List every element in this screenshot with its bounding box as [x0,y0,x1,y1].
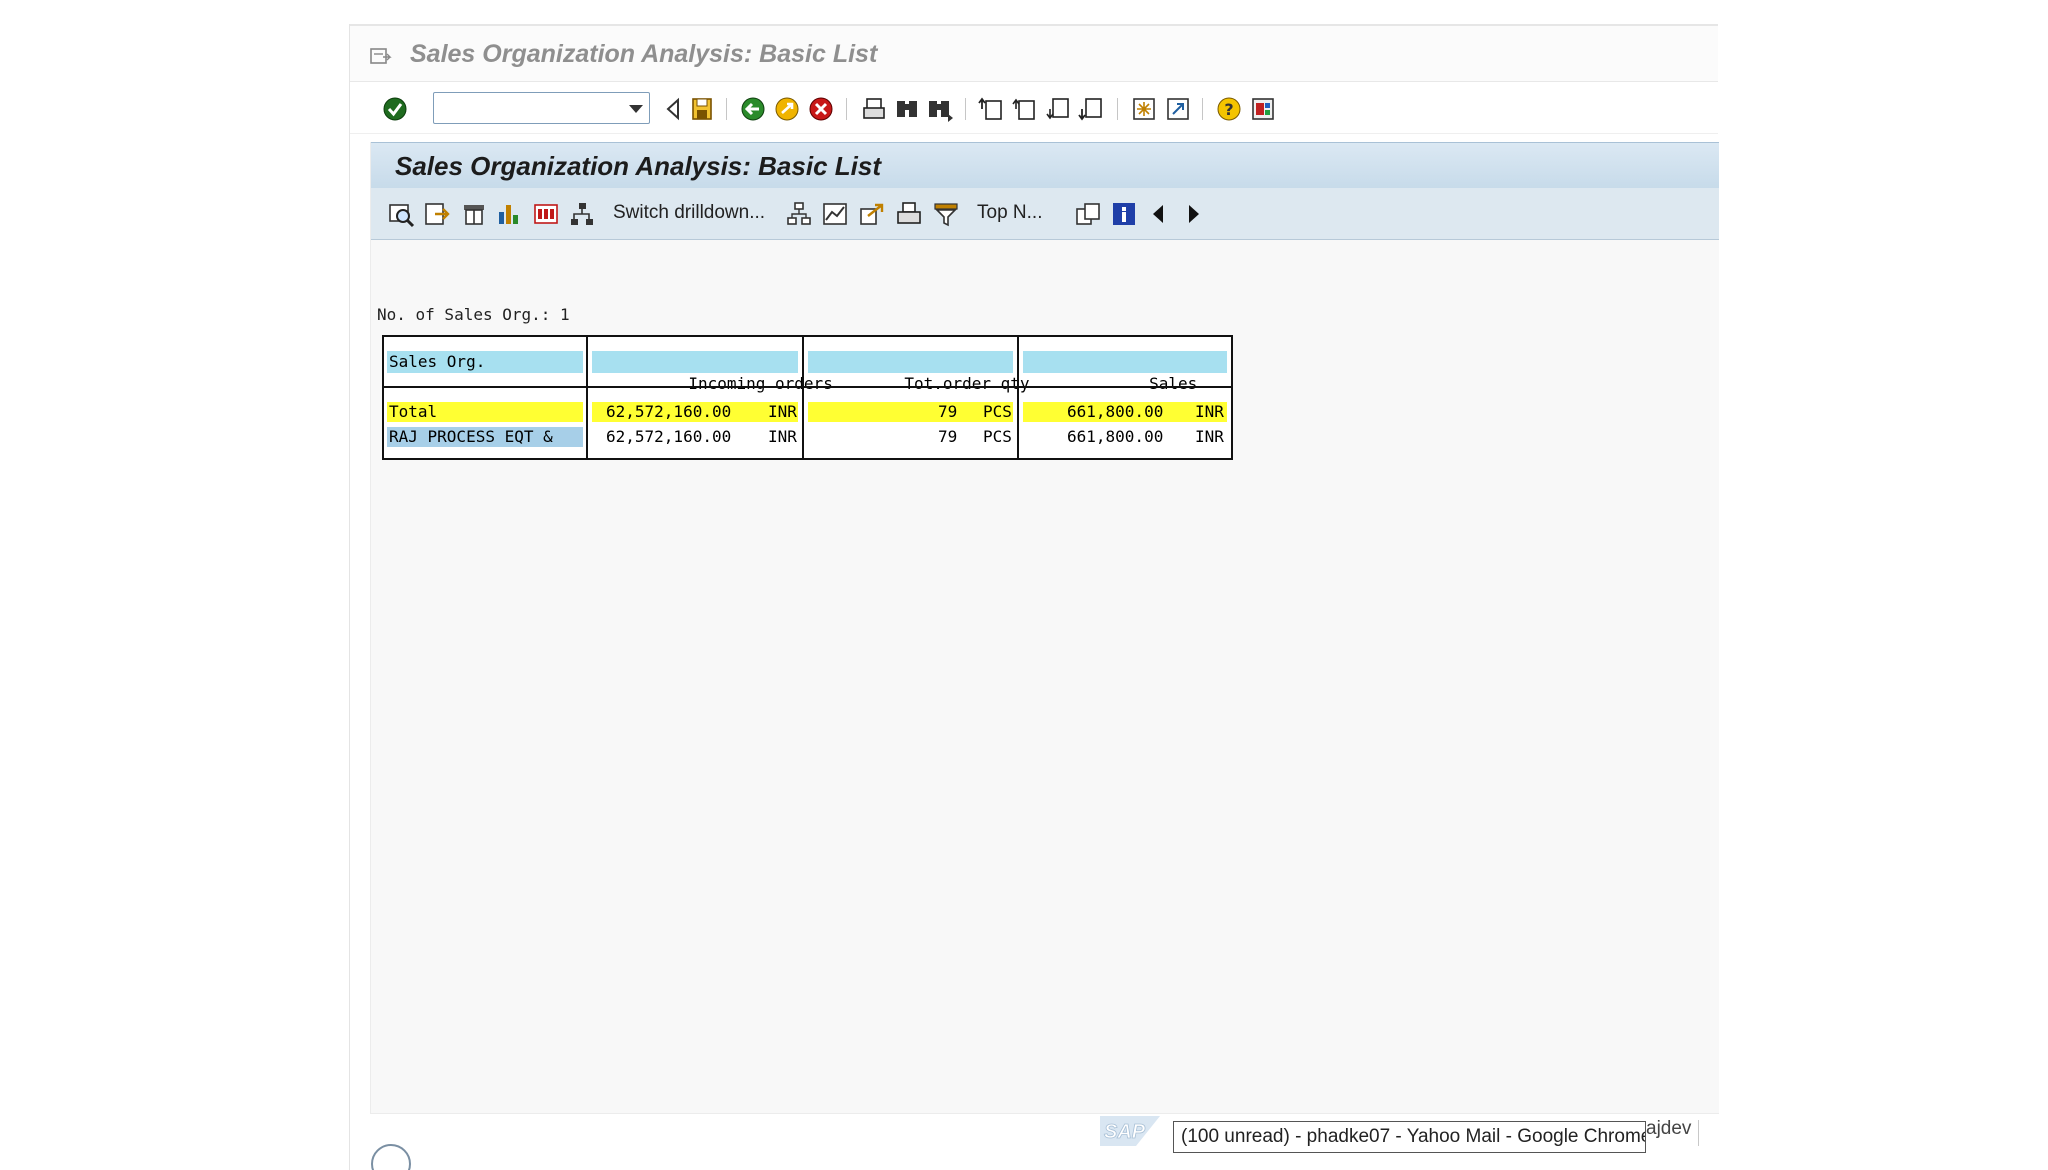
svg-text:SAP: SAP [1104,1121,1146,1143]
svg-text:?: ? [1224,100,1233,119]
switch-drilldown-button[interactable]: Switch drilldown... [613,202,765,224]
last-page-icon[interactable] [1078,95,1106,123]
currency-icon[interactable] [532,200,560,228]
graphics-icon[interactable] [495,200,523,228]
info-icon[interactable] [1110,200,1138,228]
screen-header: Sales Organization Analysis: Basic List [371,142,1719,188]
export-icon[interactable] [858,200,886,228]
print-preview-icon[interactable] [895,200,923,228]
enter-icon[interactable] [381,95,409,123]
layout-tree-icon[interactable] [785,200,813,228]
toolbar-separator [846,98,847,120]
chart-line-icon[interactable] [821,200,849,228]
choose-icon[interactable] [387,200,415,228]
next-page-icon[interactable] [1045,95,1073,123]
find-next-icon[interactable] [926,95,954,123]
column-incoming-orders: Incoming orders 62,572,160.00 INR 62,572… [588,337,833,458]
toolbar-separator [965,98,966,120]
taskbar-tooltip: (100 unread) - phadke07 - Yahoo Mail - G… [1173,1121,1646,1153]
first-page-icon[interactable] [978,95,1006,123]
screen-title: Sales Organization Analysis: Basic List [395,151,881,181]
standard-toolbar: ? [350,82,1718,134]
application-toolbar: Switch drilldown... Top N... [371,188,1719,240]
hierarchy-icon[interactable] [568,200,596,228]
status-user: ajdev [1646,1118,1692,1139]
total-row-cell: 79 PCS [808,402,1013,422]
exit-icon[interactable] [773,95,801,123]
green-back-icon[interactable] [739,95,767,123]
toolbar-separator [1202,98,1203,120]
copy-icon[interactable] [1074,200,1102,228]
toolbar-separator [1117,98,1118,120]
column-header[interactable]: Incoming orders [592,351,833,393]
toolbar-separator [726,98,727,120]
column-header[interactable]: Sales [1023,351,1227,393]
data-row-cell: 79 PCS [938,427,1012,446]
sap-logo: SAP [1100,1116,1160,1146]
sales-org-count: No. of Sales Org.: 1 [377,305,570,324]
filter-icon[interactable] [932,200,960,228]
data-row-cell: 62,572,160.00 INR [606,427,797,446]
column-sales-org: Sales Org. Total RAJ PROCESS EQT & [384,337,586,458]
total-row-cell: 62,572,160.00 INR [592,402,798,422]
total-row-label[interactable]: Total [387,402,583,422]
drilldown-icon[interactable] [423,200,451,228]
screen-area: Sales Organization Analysis: Basic List … [370,142,1719,1114]
back-icon[interactable] [659,95,687,123]
command-field[interactable] [433,92,650,124]
previous-page-icon[interactable] [1011,95,1039,123]
save-icon[interactable] [688,95,716,123]
column-header[interactable]: Sales Org. [387,351,583,373]
sap-window: Sales Organization Analysis: Basic List [349,24,1719,1170]
cancel-icon[interactable] [807,95,835,123]
status-separator [1698,1120,1699,1146]
print-icon[interactable] [860,95,888,123]
column-sales: Sales 661,800.00 INR 661,800.00 INR [1019,337,1231,458]
command-input[interactable] [438,96,618,120]
layout-icon[interactable] [1249,95,1277,123]
top-n-button[interactable]: Top N... [977,202,1042,224]
chevron-down-icon[interactable] [629,105,643,113]
find-icon[interactable] [893,95,921,123]
column-total-order-qty: Tot.order qty 79 PCS 79 PCS [804,337,1030,458]
title-bar: Sales Organization Analysis: Basic List [350,24,1718,82]
sales-org-cell[interactable]: RAJ PROCESS EQT & [387,427,583,447]
create-session-icon[interactable] [1130,95,1158,123]
menu-icon[interactable] [370,47,392,65]
column-header[interactable]: Tot.order qty [808,351,1030,393]
shortcut-icon[interactable] [1164,95,1192,123]
header-divider [384,386,1231,388]
help-icon[interactable]: ? [1215,95,1243,123]
arrow-right-icon[interactable] [1189,205,1199,223]
arrow-left-icon[interactable] [1153,205,1163,223]
data-row-cell: 661,800.00 INR [1067,427,1224,446]
delete-column-icon[interactable] [460,200,488,228]
total-row-cell: 661,800.00 INR [1023,402,1227,422]
report-grid: Sales Org. Total RAJ PROCESS EQT & Incom… [382,335,1233,460]
window-title: Sales Organization Analysis: Basic List [410,40,878,68]
